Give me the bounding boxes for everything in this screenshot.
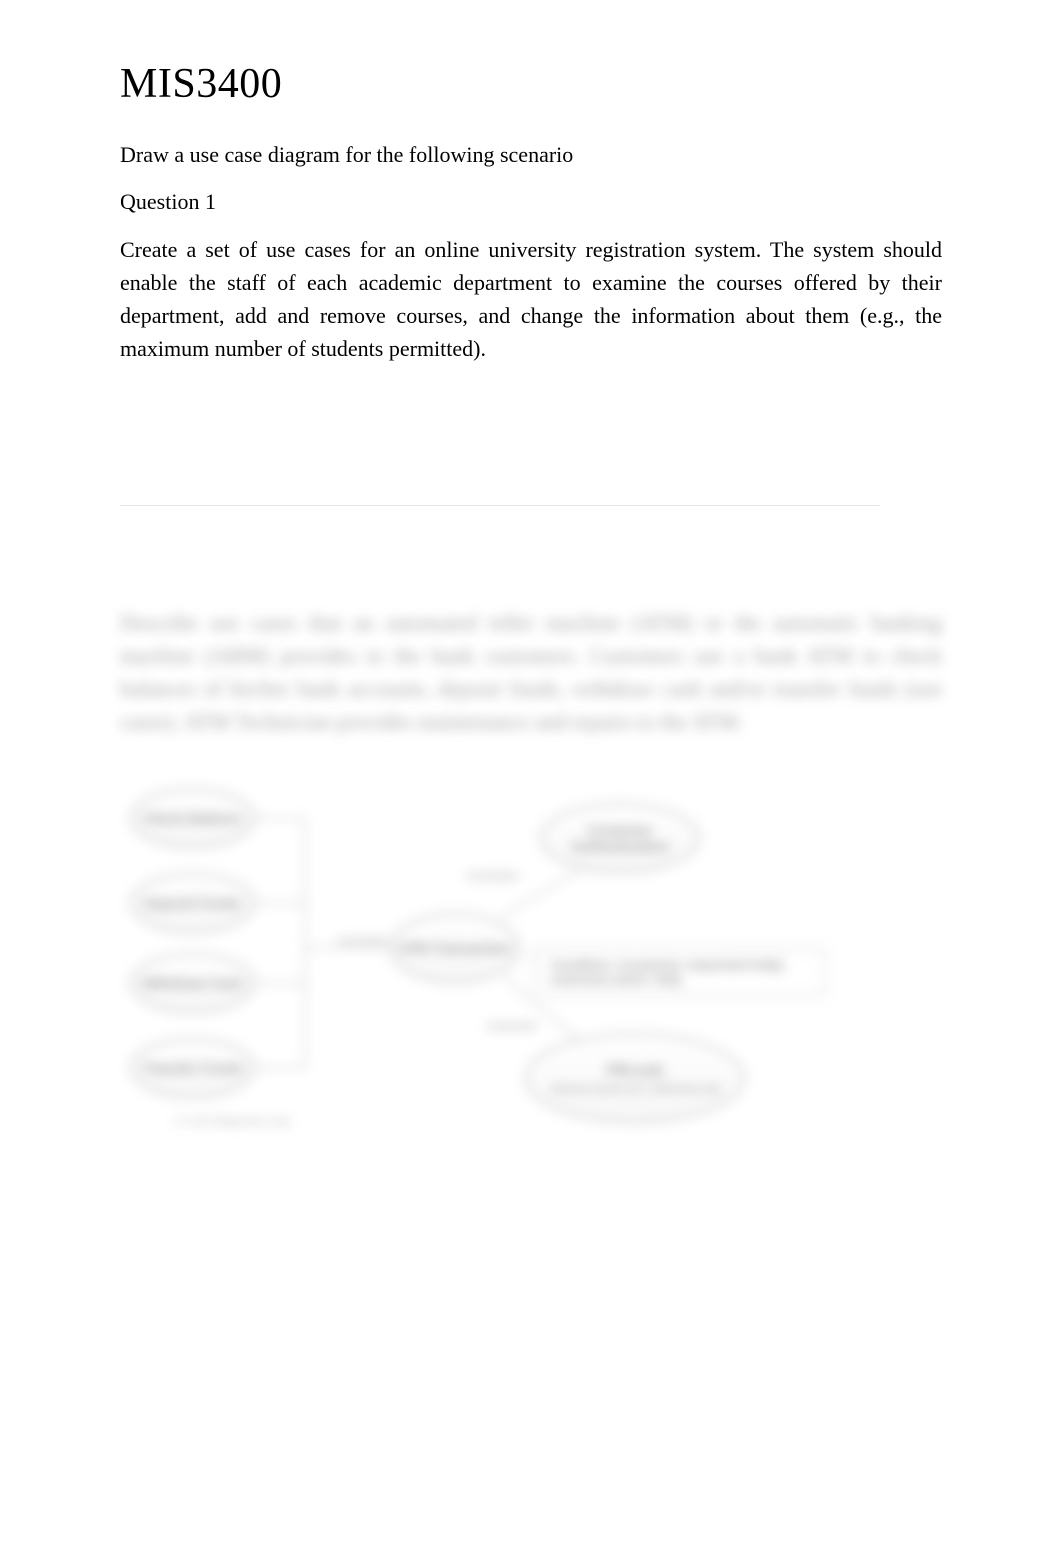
ellipse-label: Transfer Funds <box>142 1060 243 1076</box>
question-label: Question 1 <box>120 189 942 215</box>
section-divider <box>120 505 880 506</box>
ellipse-deposit-funds: Deposit Funds <box>130 873 255 933</box>
ellipse-customer-authentication: Customer Authentication <box>540 803 700 873</box>
instruction-text: Draw a use case diagram for the followin… <box>120 138 942 171</box>
diagram-caption: © uml-diagrams.org <box>175 1113 289 1128</box>
use-case-diagram: Check Balance Deposit Funds Withdraw Cas… <box>120 768 940 1138</box>
ellipse-atm-transaction: ATM Transaction <box>390 913 520 983</box>
ellipse-label: Withdraw Cash <box>142 975 243 991</box>
edge-label-extend: «extend» <box>485 1018 539 1033</box>
page-title: MIS3400 <box>120 60 942 108</box>
note-text: Condition: {customer requested help} ext… <box>550 957 783 987</box>
ellipse-label: ATM Transaction <box>399 940 511 956</box>
ellipse-title: PIN-sub <box>607 1062 664 1079</box>
document-page: MIS3400 Draw a use case diagram for the … <box>0 0 1062 1178</box>
ellipse-transfer-funds: Transfer Funds <box>130 1038 255 1098</box>
edge-label-include: «include» <box>465 868 521 883</box>
ellipse-label: Customer Authentication <box>547 822 693 854</box>
ellipse-pin-sub: PIN-sub advance-quota w/3 i deficiency-t… <box>525 1033 745 1123</box>
ellipse-label: advance-quota w/3 i deficiency-tag <box>550 1083 719 1095</box>
blurred-paragraph: Describe use cases that an automated tel… <box>120 606 942 738</box>
question-body: Create a set of use cases for an online … <box>120 233 942 365</box>
blurred-preview-section: Describe use cases that an automated tel… <box>120 606 942 1138</box>
ellipse-check-balance: Check Balance <box>130 788 255 848</box>
ellipse-withdraw-cash: Withdraw Cash <box>130 953 255 1013</box>
ellipse-label: Deposit Funds <box>144 895 241 911</box>
diagram-note: Condition: {customer requested help} ext… <box>535 948 825 996</box>
edge-label-include-2: «include» <box>335 933 391 948</box>
ellipse-label: Check Balance <box>143 810 243 826</box>
